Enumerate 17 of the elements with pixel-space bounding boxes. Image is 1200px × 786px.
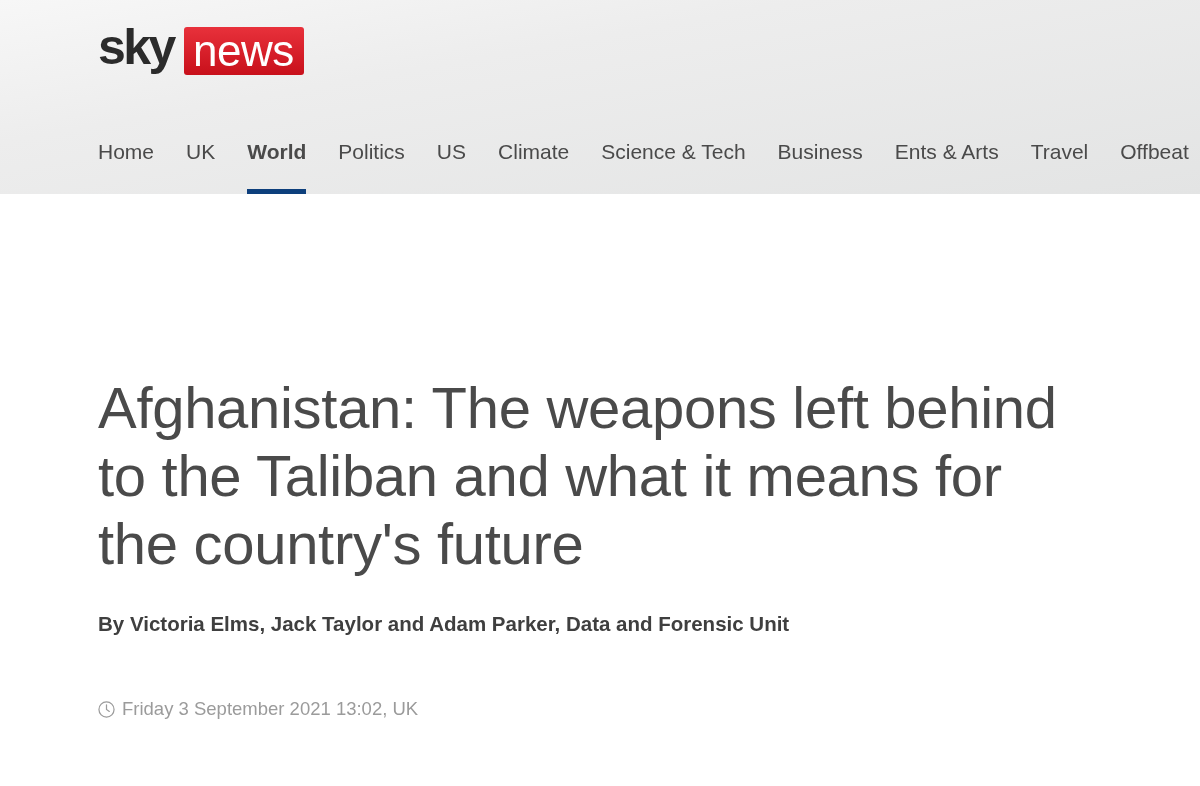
clock-icon: [98, 700, 115, 718]
nav-tab[interactable]: Science & Tech: [601, 132, 746, 194]
nav-tab[interactable]: UK: [186, 132, 216, 194]
nav-tab[interactable]: Climate: [498, 132, 570, 194]
nav-tab[interactable]: Politics: [338, 132, 405, 194]
nav-tab[interactable]: Offbeat: [1120, 132, 1189, 194]
nav-tab[interactable]: Travel: [1030, 132, 1089, 194]
nav-tab[interactable]: World: [247, 132, 307, 194]
nav-tab[interactable]: US: [436, 132, 467, 194]
logo-badge[interactable]: news: [183, 27, 304, 75]
nav-tab[interactable]: Ents & Arts: [894, 132, 999, 194]
logo-wordmark[interactable]: sky: [98, 22, 174, 72]
article-headline: Afghanistan: The weapons left behind to the Taliban and what it means for the country's future: [98, 374, 1058, 578]
publish-date: Friday 3 September 2021 13:02, UK: [122, 698, 419, 720]
nav-tab[interactable]: Home: [98, 132, 155, 194]
article-byline: By Victoria Elms, Jack Taylor and Adam Parker, Data and Forensic Unit: [98, 612, 790, 636]
nav-tab[interactable]: Business: [777, 132, 863, 194]
